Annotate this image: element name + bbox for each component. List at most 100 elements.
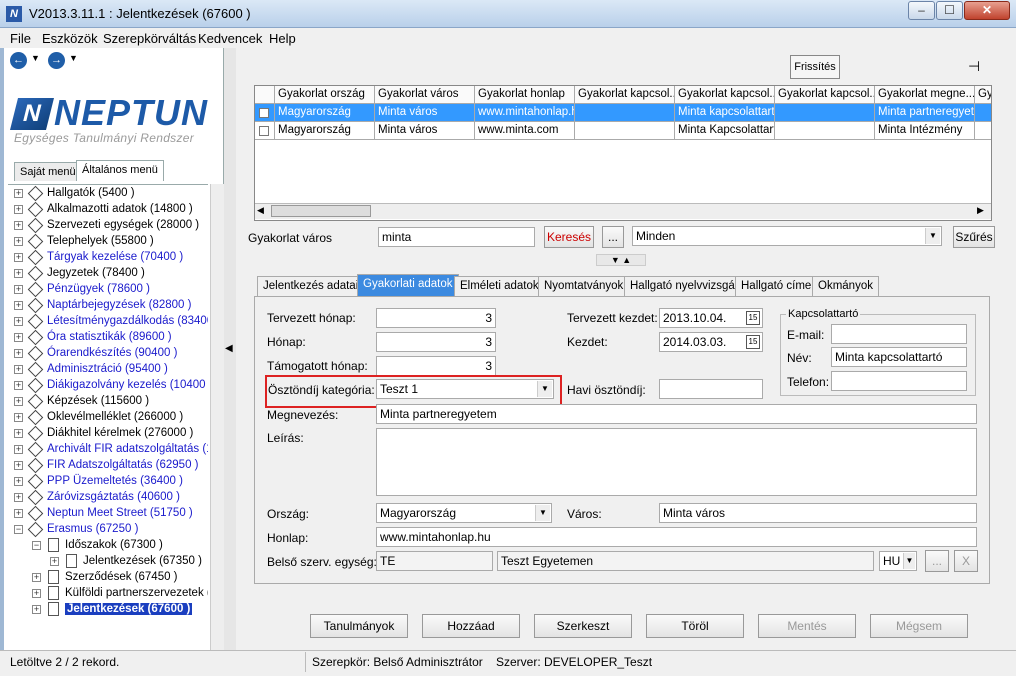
tamogatott-honap-input[interactable]: 3 xyxy=(376,356,496,376)
tanulmanyok-button[interactable]: Tanulmányok xyxy=(310,614,408,638)
expand-icon[interactable]: + xyxy=(14,237,23,246)
dropdown-icon[interactable]: ▼ xyxy=(903,553,915,569)
expand-icon[interactable]: + xyxy=(14,381,23,390)
email-input[interactable] xyxy=(831,324,967,344)
collapse-left-icon[interactable]: ◀ xyxy=(225,343,233,354)
tree-vertical-scrollbar[interactable] xyxy=(210,184,224,664)
table-cell[interactable]: Minta Kapcsolattartó xyxy=(675,122,775,140)
tervezett-honap-input[interactable]: 3 xyxy=(376,308,496,328)
dropdown-icon[interactable]: ▼ xyxy=(537,381,552,397)
megnevezes-input[interactable]: Minta partneregyetem xyxy=(376,404,977,424)
filter-select[interactable]: Minden ▼ xyxy=(632,226,942,246)
nev-input[interactable]: Minta kapcsolattartó xyxy=(831,347,967,367)
pin-icon[interactable]: ⊣ xyxy=(968,58,980,75)
mentes-button[interactable]: Mentés xyxy=(758,614,856,638)
osztondij-kategoria-select[interactable]: Teszt 1 ▼ xyxy=(376,379,554,399)
expand-icon[interactable]: + xyxy=(14,445,23,454)
search-button[interactable]: Keresés xyxy=(544,226,594,248)
belso-szerv-name[interactable]: Teszt Egyetemen xyxy=(497,551,874,571)
grid-column-header[interactable]: Gyakorlat honlap xyxy=(475,86,575,104)
expand-icon[interactable]: + xyxy=(14,301,23,310)
hozzaad-button[interactable]: Hozzáad xyxy=(422,614,520,638)
maximize-button[interactable]: ☐ xyxy=(936,1,963,20)
row-checkbox[interactable] xyxy=(259,108,269,118)
torol-button[interactable]: Töröl xyxy=(646,614,744,638)
table-cell[interactable]: Magyarország xyxy=(275,122,375,140)
search-input[interactable]: minta xyxy=(378,227,535,247)
collapse-icon[interactable]: − xyxy=(32,541,41,550)
expand-icon[interactable]: + xyxy=(14,349,23,358)
orszag-select[interactable]: Magyarország ▼ xyxy=(376,503,552,523)
table-cell[interactable]: Minta partneregyetem xyxy=(875,104,975,122)
kezdet-input[interactable]: 2014.03.03. 15 xyxy=(659,332,763,352)
dropdown-icon[interactable]: ▼ xyxy=(925,228,940,244)
leiras-textarea[interactable] xyxy=(376,428,977,496)
expand-icon[interactable]: + xyxy=(50,557,59,566)
table-cell[interactable] xyxy=(775,104,875,122)
telefon-input[interactable] xyxy=(831,371,967,391)
expand-icon[interactable]: + xyxy=(14,333,23,342)
expand-icon[interactable]: + xyxy=(14,317,23,326)
expand-icon[interactable]: + xyxy=(14,477,23,486)
tab-altalanos-menu[interactable]: Általános menü xyxy=(76,160,164,181)
grid-column-header[interactable]: Gyakorlat kapcsol... xyxy=(775,86,875,104)
table-cell[interactable]: Magyarország xyxy=(275,104,375,122)
expand-icon[interactable]: + xyxy=(14,461,23,470)
scroll-left-icon[interactable]: ◀ xyxy=(257,205,269,217)
belso-szerv-more-button[interactable]: ... xyxy=(925,550,949,572)
row-checkbox-cell[interactable] xyxy=(255,122,275,140)
tab-jelentkezes-adatai[interactable]: Jelentkezés adatai xyxy=(257,276,365,296)
grid-column-header[interactable]: Gyakorlat város xyxy=(375,86,475,104)
close-button[interactable]: ✕ xyxy=(964,1,1010,20)
table-cell[interactable] xyxy=(975,122,991,140)
table-cell[interactable] xyxy=(975,104,991,122)
belso-szerv-code[interactable]: TE xyxy=(376,551,493,571)
belso-szerv-clear-button[interactable]: X xyxy=(954,550,978,572)
filter-button[interactable]: Szűrés xyxy=(953,226,995,248)
megsem-button[interactable]: Mégsem xyxy=(870,614,968,638)
splitter-toggle-icon[interactable]: ▼ ▲ xyxy=(596,254,646,266)
table-cell[interactable] xyxy=(575,122,675,140)
expand-icon[interactable]: + xyxy=(14,365,23,374)
row-checkbox[interactable] xyxy=(259,126,269,136)
tab-nyomtatvanyok[interactable]: Nyomtatványok xyxy=(538,276,630,296)
dropdown-icon[interactable]: ▼ xyxy=(535,505,550,521)
grid-scroll-thumb[interactable] xyxy=(271,205,371,217)
tab-hallgato-cimei[interactable]: Hallgató címei xyxy=(735,276,820,296)
language-select[interactable]: HU ▼ xyxy=(879,551,917,571)
table-cell[interactable]: Minta kapcsolattartó xyxy=(675,104,775,122)
back-icon[interactable]: ← xyxy=(10,52,27,69)
varos-input[interactable]: Minta város xyxy=(659,503,977,523)
search-more-button[interactable]: ... xyxy=(602,226,624,248)
minimize-button[interactable]: – xyxy=(908,1,935,20)
grid-column-header[interactable]: Gyakorlat megne... xyxy=(875,86,975,104)
expand-icon[interactable]: + xyxy=(14,413,23,422)
menu-szerepkorvaltas[interactable]: Szerepkörváltás xyxy=(103,31,196,46)
tab-sajat-menu[interactable]: Saját menü xyxy=(14,162,82,181)
row-checkbox-cell[interactable] xyxy=(255,104,275,122)
expand-icon[interactable]: + xyxy=(32,589,41,598)
menu-file[interactable]: File xyxy=(10,31,31,46)
expand-icon[interactable]: + xyxy=(14,221,23,230)
expand-icon[interactable]: + xyxy=(14,253,23,262)
grid-column-header[interactable]: Gyakorlat kapcsol... xyxy=(575,86,675,104)
expand-icon[interactable]: + xyxy=(14,269,23,278)
scroll-right-icon[interactable]: ▶ xyxy=(977,205,989,217)
havi-osztondij-input[interactable] xyxy=(659,379,763,399)
tab-elmeleti-adatok[interactable]: Elméleti adatok xyxy=(454,276,545,296)
calendar-icon[interactable]: 15 xyxy=(746,311,760,325)
expand-icon[interactable]: + xyxy=(14,285,23,294)
szerkeszt-button[interactable]: Szerkeszt xyxy=(534,614,632,638)
grid-column-header[interactable]: Gyakorlat kapcsol... xyxy=(675,86,775,104)
forward-dropdown-icon[interactable]: ▼ xyxy=(69,53,78,63)
expand-icon[interactable]: + xyxy=(14,205,23,214)
forward-icon[interactable]: → xyxy=(48,52,65,69)
table-cell[interactable]: www.minta.com xyxy=(475,122,575,140)
menu-kedvencek[interactable]: Kedvencek xyxy=(198,31,262,46)
expand-icon[interactable]: + xyxy=(14,397,23,406)
table-cell[interactable] xyxy=(775,122,875,140)
expand-icon[interactable]: + xyxy=(14,189,23,198)
tab-okmanyok[interactable]: Okmányok xyxy=(812,276,879,296)
tab-hallgato-nyelvvizsgai[interactable]: Hallgató nyelvvizsgái xyxy=(624,276,744,296)
table-cell[interactable]: Minta város xyxy=(375,122,475,140)
